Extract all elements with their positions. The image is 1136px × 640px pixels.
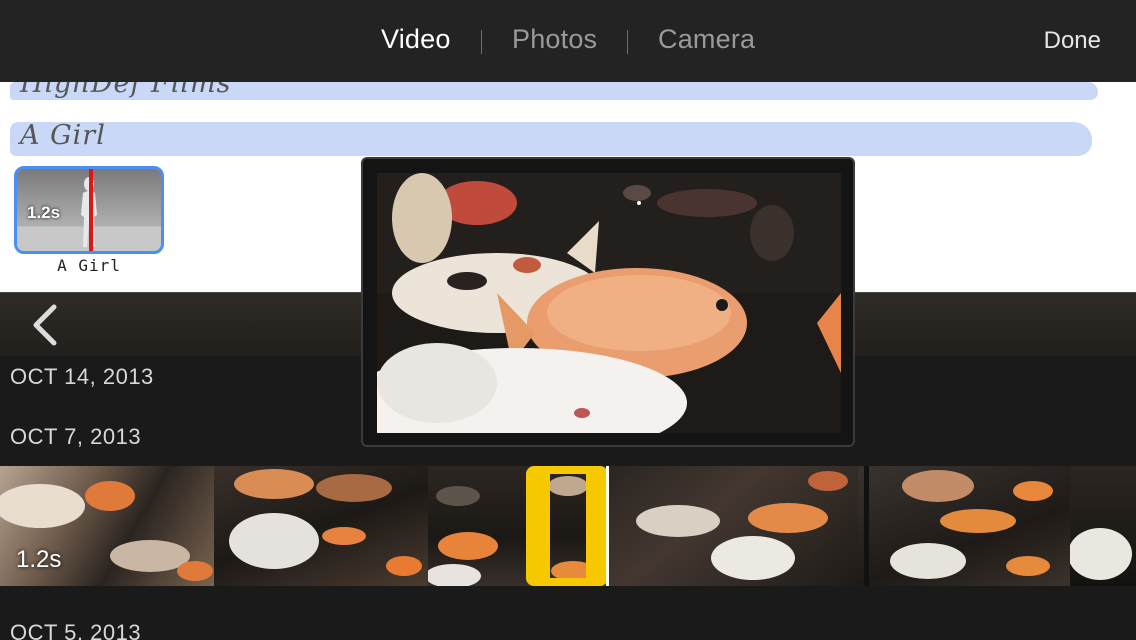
tab-camera[interactable]: Camera (658, 24, 755, 55)
fish-thumbnail (1070, 528, 1132, 580)
clip-selection-handle[interactable] (526, 466, 608, 586)
clip-thumbnail[interactable] (608, 466, 858, 586)
shot-duration: 1.2s (27, 203, 61, 222)
video-filmstrip[interactable]: 1.2s (0, 466, 1136, 586)
video-preview-frame[interactable] (377, 173, 841, 433)
fish-thumbnail (864, 466, 1053, 586)
subtitle-stripe (10, 122, 1092, 156)
fish-thumbnail (229, 469, 422, 576)
tab-photos[interactable]: Photos (512, 24, 597, 55)
tab-divider (627, 30, 628, 54)
tab-divider (481, 30, 482, 54)
playhead[interactable] (606, 466, 609, 586)
storyboard-shot[interactable]: 1.2s (14, 166, 164, 254)
storyboard-subtitle[interactable]: A Girl (20, 120, 106, 151)
clip-thumbnail[interactable]: 1.2s (0, 466, 214, 586)
top-bar: Video Photos Camera Done (0, 0, 1136, 82)
clip-duration: 1.2s (16, 546, 62, 573)
date-header: OCT 14, 2013 (10, 364, 154, 389)
video-preview-popup (361, 157, 855, 447)
storyboard-title[interactable]: HighDef Films (20, 82, 232, 99)
date-header: OCT 7, 2013 (10, 424, 142, 449)
fish-thumbnail (636, 471, 848, 580)
shot-label: A Girl (57, 256, 121, 275)
shot-marker-line (89, 169, 93, 251)
done-button[interactable]: Done (1044, 27, 1101, 55)
chevron-left-icon[interactable] (28, 303, 64, 347)
clip-thumbnail[interactable] (858, 466, 1070, 586)
tab-video[interactable]: Video (381, 24, 451, 55)
clip-thumbnail[interactable] (214, 466, 428, 586)
clip-thumbnail[interactable] (1070, 466, 1136, 586)
date-header: OCT 5, 2013 (10, 620, 142, 640)
